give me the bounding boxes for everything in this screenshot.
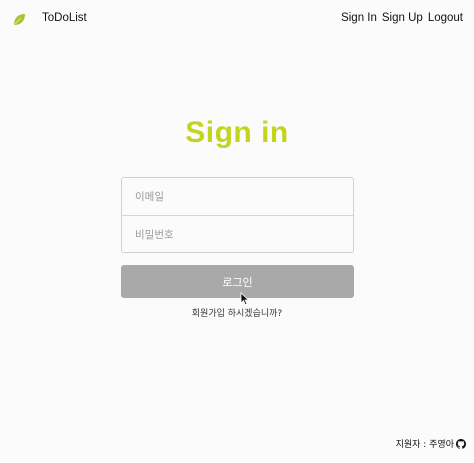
footer: 지원자 : 주영아 xyxy=(396,437,466,450)
sign-in-link[interactable]: Sign In xyxy=(341,12,377,24)
mouse-cursor-icon xyxy=(240,292,250,306)
sign-up-link[interactable]: Sign Up xyxy=(382,12,423,24)
email-field[interactable] xyxy=(122,178,353,215)
login-form xyxy=(121,177,354,253)
page: ToDoList Sign In Sign Up Logout Sign in … xyxy=(0,0,474,463)
footer-credit: 지원자 : 주영아 xyxy=(395,440,454,450)
top-nav: Sign In Sign Up Logout xyxy=(341,12,463,24)
password-field[interactable] xyxy=(122,216,353,253)
signup-prompt-link[interactable]: 회원가입 하시겠습니까? xyxy=(0,306,474,319)
brand-title[interactable]: ToDoList xyxy=(42,12,87,24)
leaf-icon[interactable] xyxy=(13,13,26,26)
page-title: Sign in xyxy=(185,116,289,149)
header: ToDoList Sign In Sign Up Logout xyxy=(0,0,474,38)
logout-link[interactable]: Logout xyxy=(428,12,463,24)
github-icon[interactable] xyxy=(456,438,466,449)
login-button[interactable]: 로그인 xyxy=(121,265,354,298)
